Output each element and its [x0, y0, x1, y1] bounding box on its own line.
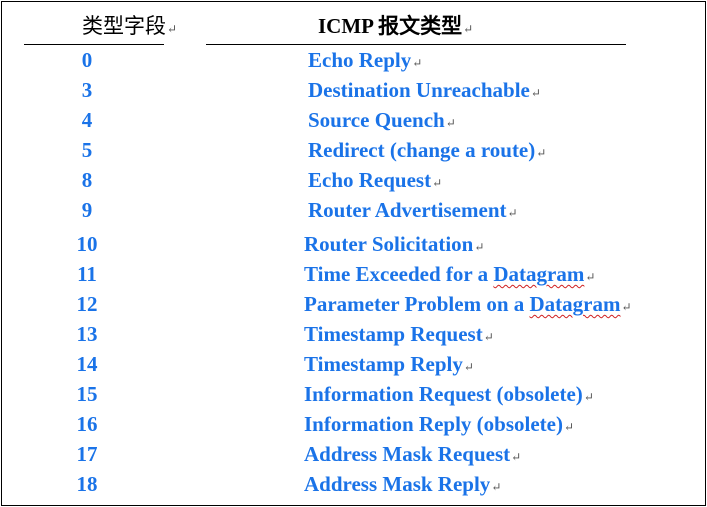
paragraph-mark-icon: ↵ — [491, 480, 502, 494]
paragraph-mark-icon: ↵ — [463, 360, 474, 374]
paragraph-mark-icon: ↵ — [583, 390, 594, 404]
type-code: 16 — [76, 412, 98, 436]
type-code: 10 — [76, 232, 98, 256]
paragraph-mark-icon: ↵ — [511, 450, 522, 464]
table-row: 5 Redirect (change a route)↵ — [2, 136, 705, 164]
paragraph-mark-icon: ↵ — [483, 330, 494, 344]
message-type-header-text: ICMP 报文类型 — [318, 14, 463, 38]
type-code: 8 — [81, 168, 93, 192]
paragraph-mark-icon: ↵ — [463, 22, 474, 36]
type-code: 3 — [81, 78, 93, 102]
message-description-text: Parameter Problem on a Datagram — [304, 292, 621, 316]
table-row: 18 Address Mask Reply↵ — [2, 470, 705, 498]
type-code: 12 — [76, 292, 98, 316]
header-rule-left — [24, 44, 164, 45]
message-description: Address Mask Request↵ — [304, 440, 521, 471]
message-description: Parameter Problem on a Datagram↵ — [304, 290, 632, 321]
message-description-text: Destination Unreachable — [308, 78, 530, 102]
table-row: 0 Echo Reply↵ — [2, 46, 705, 74]
message-description: Information Request (obsolete)↵ — [304, 380, 594, 411]
paragraph-mark-icon: ↵ — [621, 300, 632, 314]
type-code: 9 — [81, 198, 93, 222]
paragraph-mark-icon: ↵ — [536, 146, 547, 160]
message-description-text: Time Exceeded for a Datagram — [304, 262, 585, 286]
type-code: 11 — [77, 262, 97, 286]
message-description-text: Router Advertisement — [308, 198, 507, 222]
type-field-header-text: 类型字段 — [82, 14, 166, 38]
paragraph-mark-icon: ↵ — [530, 86, 541, 100]
type-code: 13 — [76, 322, 98, 346]
message-description-text: Timestamp Request — [304, 322, 483, 346]
message-description: Address Mask Reply↵ — [304, 470, 501, 501]
type-field-header: 类型字段↵ — [82, 10, 177, 40]
paragraph-mark-icon: ↵ — [563, 420, 575, 434]
table-row: 8 Echo Request↵ — [2, 166, 705, 194]
type-code: 17 — [76, 442, 98, 466]
type-code: 14 — [76, 352, 98, 376]
header-rule-right — [206, 44, 626, 45]
type-code: 15 — [76, 382, 98, 406]
message-description: Destination Unreachable↵ — [308, 76, 541, 107]
table-row: 17 Address Mask Request↵ — [2, 440, 705, 468]
table-row: 16 Information Reply (obsolete)↵ — [2, 410, 705, 438]
message-description-text: Address Mask Reply — [304, 472, 491, 496]
paragraph-mark-icon: ↵ — [585, 270, 596, 284]
paragraph-mark-icon: ↵ — [507, 206, 518, 220]
table-row: 15 Information Request (obsolete)↵ — [2, 380, 705, 408]
message-description: Timestamp Reply↵ — [304, 350, 474, 381]
paragraph-mark-icon: ↵ — [167, 22, 178, 36]
message-type-header: ICMP 报文类型↵ — [318, 10, 473, 40]
paragraph-mark-icon: ↵ — [445, 116, 456, 130]
message-description-text: Address Mask Request — [304, 442, 511, 466]
table-row: 14 Timestamp Reply↵ — [2, 350, 705, 378]
table-row: 4 Source Quench↵ — [2, 106, 705, 134]
table-row: 13 Timestamp Request↵ — [2, 320, 705, 348]
message-description: Echo Reply↵ — [308, 46, 422, 77]
message-description: Information Reply (obsolete)↵ — [304, 410, 574, 441]
paragraph-mark-icon: ↵ — [432, 176, 443, 190]
table-row: 11 Time Exceeded for a Datagram↵ — [2, 260, 705, 288]
paragraph-mark-icon: ↵ — [412, 56, 423, 70]
message-description-text: Echo Reply — [308, 48, 412, 72]
type-code: 4 — [81, 108, 93, 132]
message-description: Echo Request↵ — [308, 166, 442, 197]
message-description: Source Quench↵ — [308, 106, 456, 137]
message-description-text: Information Reply (obsolete) — [304, 412, 563, 436]
message-description-text: Redirect (change a route) — [308, 138, 536, 162]
message-description: Router Solicitation↵ — [304, 230, 484, 261]
message-description-text: Router Solicitation — [304, 232, 474, 256]
paragraph-mark-icon: ↵ — [474, 240, 485, 254]
table-row: 9 Router Advertisement↵ — [2, 196, 705, 224]
type-code: 5 — [81, 138, 93, 162]
document-frame: 类型字段↵ ICMP 报文类型↵ 0 Echo Reply↵ 3 Destinatio… — [1, 1, 706, 506]
type-code: 18 — [76, 472, 98, 496]
message-description: Timestamp Request↵ — [304, 320, 494, 351]
table-row: 12 Parameter Problem on a Datagram↵ — [2, 290, 705, 318]
message-description: Time Exceeded for a Datagram↵ — [304, 260, 595, 291]
table-row: 3 Destination Unreachable↵ — [2, 76, 705, 104]
message-description-text: Source Quench — [308, 108, 445, 132]
table-row: 10 Router Solicitation↵ — [2, 230, 705, 258]
message-description: Router Advertisement↵ — [308, 196, 518, 227]
message-description: Redirect (change a route)↵ — [308, 136, 546, 167]
message-description-text: Echo Request — [308, 168, 432, 192]
message-description-text: Timestamp Reply — [304, 352, 463, 376]
type-code: 0 — [81, 48, 93, 72]
message-description-text: Information Request (obsolete) — [304, 382, 583, 406]
